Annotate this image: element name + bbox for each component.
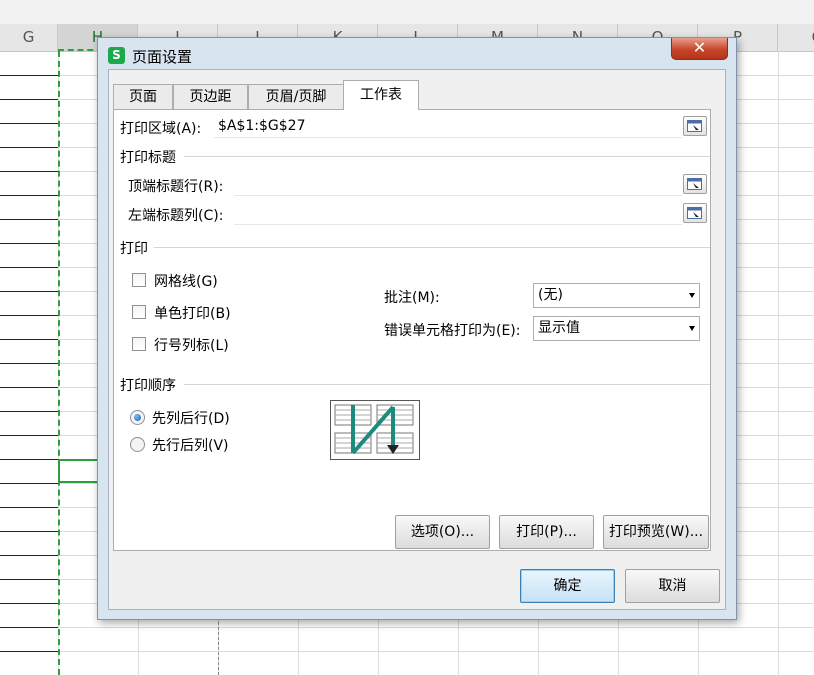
print-button[interactable]: 打印(P)...: [499, 515, 594, 549]
error-cells-select-value: 显示值: [538, 320, 580, 336]
cell-border-line: [0, 363, 58, 364]
grid-row-line: [0, 627, 814, 628]
dialog-title: 页面设置: [132, 48, 193, 66]
cell-border-line: [0, 99, 58, 100]
top-title-rows-label: 顶端标题行(R):: [128, 179, 224, 195]
cell-border-line: [0, 507, 58, 508]
cell-border-line: [0, 651, 58, 652]
cell-border-line: [0, 435, 58, 436]
column-header-g[interactable]: G: [0, 24, 58, 51]
cell-border-line: [0, 483, 58, 484]
top-title-rows-input[interactable]: [234, 172, 682, 196]
over-then-down-radio-row[interactable]: 先行后列(V): [130, 435, 260, 455]
range-select-icon: [687, 120, 702, 132]
print-area-range-button[interactable]: [683, 116, 707, 136]
cell-border-line: [0, 147, 58, 148]
print-divider: [154, 247, 710, 248]
row-col-headers-label: 行号列标(L): [154, 338, 229, 354]
selected-cell[interactable]: [58, 459, 102, 483]
down-then-over-radio-row[interactable]: 先列后行(D): [130, 408, 260, 428]
print-titles-divider: [184, 156, 710, 157]
left-title-cols-label: 左端标题列(C):: [128, 208, 224, 224]
error-cells-select[interactable]: 显示值: [533, 316, 700, 341]
page-order-divider: [184, 384, 710, 385]
print-area-label: 打印区域(A):: [120, 121, 202, 137]
left-title-cols-range-button[interactable]: [683, 203, 707, 223]
cell-border-line: [0, 627, 58, 628]
over-then-down-radio[interactable]: [130, 437, 145, 452]
cell-border-line: [0, 291, 58, 292]
mono-print-label: 单色打印(B): [154, 306, 231, 322]
top-title-rows-range-button[interactable]: [683, 174, 707, 194]
cell-border-line: [0, 339, 58, 340]
comments-select-value: (无): [538, 287, 563, 303]
cell-border-line: [0, 579, 58, 580]
cell-border-line: [0, 555, 58, 556]
cancel-button[interactable]: 取消: [625, 569, 720, 603]
dialog-client-area: 页面 页边距 页眉/页脚 工作表 打印区域(A): $A$1:$G$27 打印标…: [108, 69, 726, 610]
tab-sheet[interactable]: 工作表: [343, 80, 419, 110]
down-then-over-label: 先列后行(D): [152, 411, 230, 427]
cell-border-line: [0, 219, 58, 220]
print-preview-button[interactable]: 打印预览(W)...: [603, 515, 709, 549]
cell-border-line: [0, 195, 58, 196]
mono-print-checkbox[interactable]: [132, 305, 146, 319]
gridlines-checkbox-row[interactable]: 网格线(G): [132, 271, 272, 291]
options-button[interactable]: 选项(O)...: [395, 515, 490, 549]
column-header-q[interactable]: Q: [778, 24, 814, 51]
print-titles-section-title: 打印标题: [120, 150, 176, 166]
tab-margins[interactable]: 页边距: [173, 84, 248, 109]
down-then-over-radio[interactable]: [130, 410, 145, 425]
over-then-down-label: 先行后列(V): [152, 438, 229, 454]
error-cells-label: 错误单元格打印为(E):: [384, 323, 521, 339]
cell-border-line: [0, 123, 58, 124]
comments-label: 批注(M):: [384, 290, 440, 306]
sheet-tab-panel: 打印区域(A): $A$1:$G$27 打印标题 顶端标题行(R): 左端标题列…: [113, 109, 711, 551]
page-setup-dialog: S 页面设置 ✕ 页面 页边距 页眉/页脚 工作表 打印区域(A): $A$1:…: [97, 37, 737, 620]
cell-border-line: [0, 171, 58, 172]
page-order-section-title: 打印顺序: [120, 378, 176, 394]
print-area-boundary-vertical: [58, 51, 60, 675]
formula-bar-area: [0, 0, 814, 25]
tab-header-footer[interactable]: 页眉/页脚: [248, 84, 344, 109]
cell-border-line: [0, 531, 58, 532]
chevron-down-icon: [689, 326, 695, 331]
wps-spreadsheet-app-icon: S: [108, 47, 125, 64]
cell-border-line: [0, 411, 58, 412]
range-select-icon: [687, 178, 702, 190]
cell-border-line: [0, 75, 58, 76]
dialog-titlebar[interactable]: S 页面设置 ✕: [98, 38, 736, 69]
cell-border-line: [0, 603, 58, 604]
page-order-icon: [330, 400, 420, 460]
mono-print-checkbox-row[interactable]: 单色打印(B): [132, 303, 272, 323]
cell-border-line: [0, 243, 58, 244]
cell-border-line: [0, 315, 58, 316]
chevron-down-icon: [689, 293, 695, 298]
tab-page[interactable]: 页面: [113, 84, 173, 109]
range-select-icon: [687, 207, 702, 219]
gridlines-checkbox[interactable]: [132, 273, 146, 287]
ok-button[interactable]: 确定: [520, 569, 615, 603]
comments-select[interactable]: (无): [533, 283, 700, 308]
close-button[interactable]: ✕: [671, 38, 728, 60]
print-area-input[interactable]: $A$1:$G$27: [214, 114, 682, 138]
cell-border-line: [0, 387, 58, 388]
left-title-cols-input[interactable]: [234, 201, 682, 225]
row-col-headers-checkbox[interactable]: [132, 337, 146, 351]
grid-row-line: [0, 651, 814, 652]
cell-border-line: [0, 267, 58, 268]
print-section-title: 打印: [120, 241, 148, 257]
gridlines-label: 网格线(G): [154, 274, 218, 290]
cell-border-line: [0, 459, 58, 460]
row-col-headers-checkbox-row[interactable]: 行号列标(L): [132, 335, 272, 355]
